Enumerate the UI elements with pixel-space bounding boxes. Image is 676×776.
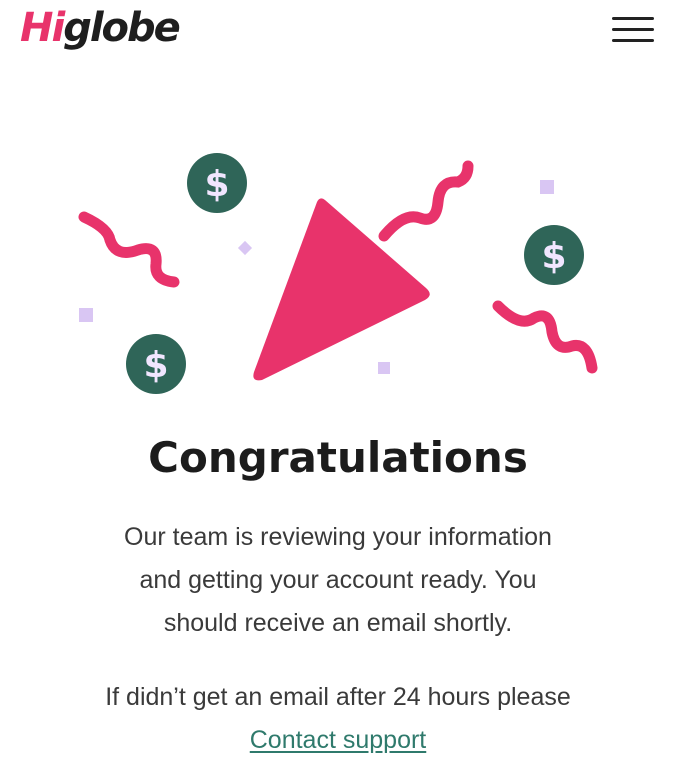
svg-text:$: $ xyxy=(143,345,168,386)
menu-bar xyxy=(612,28,654,31)
confetti-square xyxy=(237,240,253,256)
confetti-squiggle xyxy=(78,211,180,288)
svg-text:$: $ xyxy=(204,164,229,205)
menu-bar xyxy=(612,17,654,20)
menu-bar xyxy=(612,39,654,42)
confetti-square xyxy=(79,308,93,322)
confetti-squiggle xyxy=(492,300,598,374)
party-popper-triangle-icon xyxy=(253,198,430,381)
page-title: Congratulations xyxy=(148,433,528,482)
logo-prefix: Hi xyxy=(20,5,65,51)
celebration-illustration: $ $ $ xyxy=(78,153,598,394)
status-message-line: Our team is reviewing your information xyxy=(124,523,552,551)
logo-suffix: globe xyxy=(63,5,181,51)
contact-support-container: Contact support xyxy=(0,720,676,760)
status-message-line: and getting your account ready. You xyxy=(139,566,537,594)
status-message-line: should receive an email shortly. xyxy=(163,609,513,637)
brand-logo[interactable]: Higlobe xyxy=(20,5,181,51)
confetti-square xyxy=(378,362,390,374)
help-text: If didn’t get an email after 24 hours pl… xyxy=(105,683,571,711)
confetti-squiggle xyxy=(378,160,474,242)
dollar-coin-icon: $ xyxy=(126,334,186,394)
hamburger-menu-icon[interactable] xyxy=(604,12,660,48)
status-message: Our team is reviewing your information a… xyxy=(60,516,616,645)
svg-text:$: $ xyxy=(541,236,566,277)
dollar-coin-icon: $ xyxy=(187,153,247,213)
contact-support-link[interactable]: Contact support xyxy=(250,726,427,754)
confetti-square xyxy=(540,180,554,194)
dollar-coin-icon: $ xyxy=(524,225,584,285)
